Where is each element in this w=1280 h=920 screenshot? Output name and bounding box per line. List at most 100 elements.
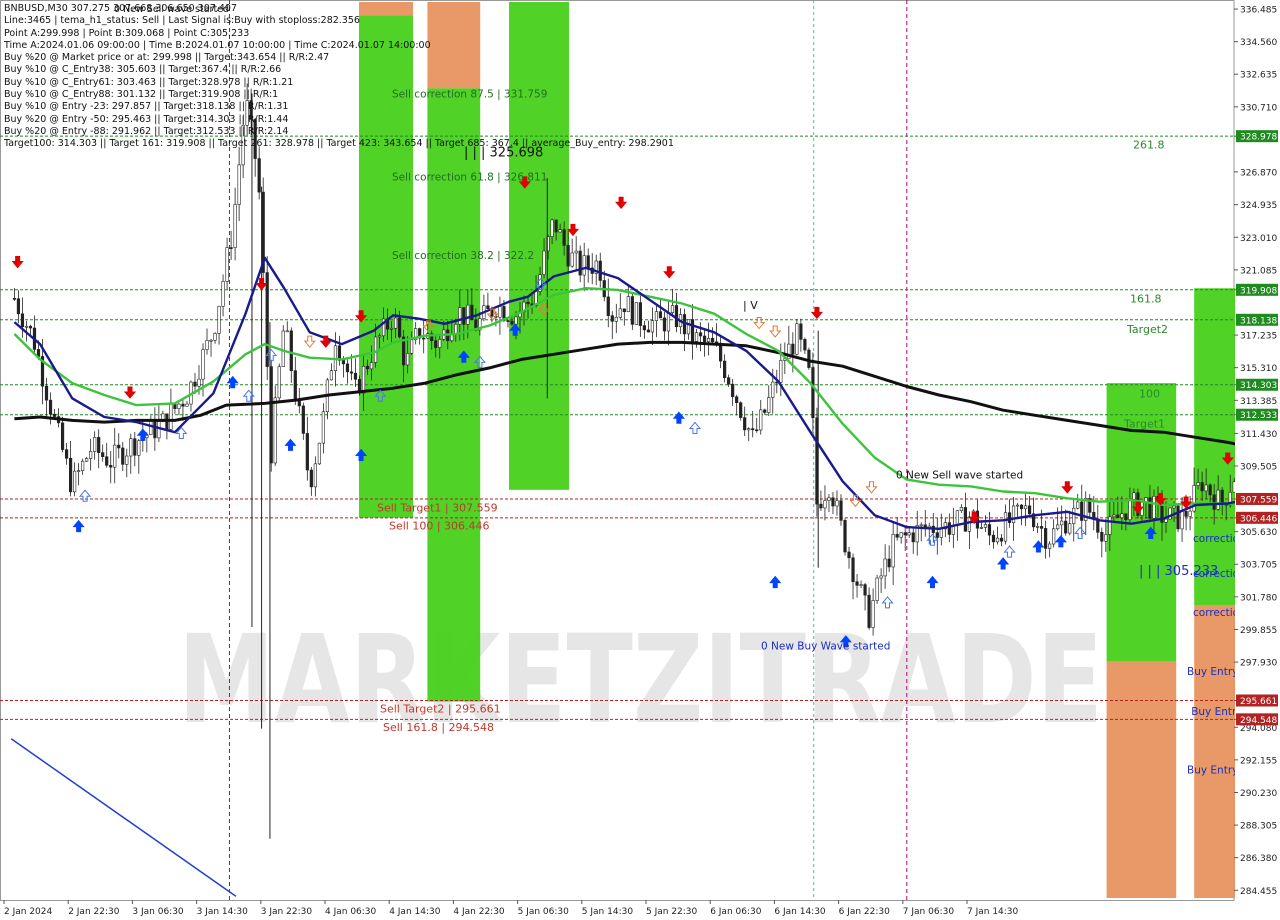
price-tick-label: 321.085	[1240, 266, 1277, 276]
candle-body	[486, 305, 490, 310]
candle-body	[983, 524, 988, 528]
candle-body	[807, 349, 811, 368]
candle-body	[1164, 518, 1168, 523]
chart-annotation: Target1	[1123, 418, 1165, 431]
price-level-tag-label: 307.559	[1240, 495, 1277, 505]
price-level-tag-label: 312.533	[1240, 411, 1277, 421]
price-tick-label: 305.630	[1240, 528, 1277, 538]
candle-body	[1064, 520, 1068, 534]
candle-body	[85, 458, 89, 462]
candle-body	[20, 313, 25, 328]
candle-body	[779, 360, 783, 383]
chart-annotation: Sell correction 38.2 | 322.2	[392, 250, 534, 262]
candle-body	[93, 437, 97, 452]
candle-body	[1023, 505, 1028, 510]
candle-body	[181, 403, 185, 407]
info-line: Buy %10 @ C_Entry61: 303.463 || Target:3…	[4, 76, 294, 88]
candle-body	[586, 255, 590, 269]
candle-body	[193, 381, 197, 387]
candle-body	[731, 383, 735, 398]
candle-body	[438, 339, 442, 348]
candle-body	[1076, 501, 1080, 509]
time-tick-label: 4 Jan 22:30	[453, 907, 505, 917]
candle-body	[349, 371, 354, 374]
candle-body	[526, 301, 530, 305]
candle-body	[811, 367, 815, 419]
candle-body	[454, 323, 458, 334]
price-tick-label: 334.560	[1240, 38, 1277, 48]
candle-body	[1184, 510, 1188, 517]
info-line: Buy %20 @ Entry -50: 295.463 || Target:3…	[4, 113, 289, 125]
candle-body	[369, 362, 374, 370]
candle-body	[125, 455, 129, 465]
time-tick-label: 5 Jan 06:30	[518, 907, 570, 917]
candle-body	[867, 594, 871, 628]
chart-annotation: 0 New Sell wave started	[896, 470, 1023, 482]
candle-body	[1220, 489, 1224, 505]
candle-body	[831, 497, 835, 507]
candle-body	[305, 433, 309, 471]
candle-body	[614, 317, 618, 322]
candle-body	[883, 558, 887, 577]
price-level-tag-label: 328.978	[1240, 133, 1277, 143]
time-tick-label: 2 Jan 2024	[4, 907, 52, 917]
candle-body	[751, 428, 755, 431]
candle-body	[64, 449, 69, 459]
candle-body	[618, 308, 622, 318]
candle-body	[791, 343, 795, 355]
candle-body	[1060, 520, 1064, 526]
time-tick-label: 4 Jan 14:30	[389, 907, 441, 917]
candle-body	[727, 377, 731, 385]
candle-body	[875, 577, 879, 601]
candle-body	[767, 397, 771, 413]
candle-body	[257, 158, 261, 193]
candle-body	[999, 537, 1004, 542]
candle-body	[570, 252, 574, 267]
candle-body	[542, 250, 546, 275]
candle-body	[28, 325, 33, 329]
candle-body	[662, 317, 667, 332]
candle-body	[1072, 507, 1076, 524]
candle-body	[434, 340, 438, 348]
time-tick-label: 7 Jan 14:30	[967, 907, 1019, 917]
candle-body	[650, 320, 655, 333]
price-level-tag-label: 294.548	[1240, 716, 1277, 726]
price-tick-label: 323.010	[1240, 234, 1277, 244]
candle-body	[979, 527, 984, 529]
candle-body	[771, 381, 775, 398]
orange-zone-bar	[1106, 661, 1177, 898]
candle-body	[1048, 543, 1052, 549]
candle-body	[129, 438, 133, 457]
candle-body	[835, 500, 839, 507]
candle-body	[839, 500, 843, 521]
candle-body	[899, 532, 903, 538]
candle-body	[1100, 532, 1104, 542]
candle-body	[598, 260, 602, 281]
candle-body	[706, 337, 711, 342]
time-tick-label: 6 Jan 06:30	[710, 907, 762, 917]
candle-body	[855, 581, 859, 586]
info-line: Point A:299.998 | Point B:309.068 | Poin…	[4, 27, 250, 39]
candle-body	[225, 247, 229, 282]
candle-body	[137, 440, 141, 456]
candle-body	[313, 463, 317, 488]
chart-annotation: Sell Target1 | 307.559	[377, 502, 498, 515]
candle-body	[117, 444, 121, 449]
candle-body	[1007, 512, 1012, 523]
candle-body	[109, 465, 113, 468]
candle-body	[317, 442, 321, 465]
candle-body	[173, 404, 177, 409]
candle-body	[803, 339, 807, 351]
candle-body	[44, 385, 49, 401]
chart-annotation: Sell 161.8 | 294.548	[383, 721, 494, 734]
candle-body	[654, 311, 659, 321]
candle-body	[995, 537, 1000, 543]
candle-body	[723, 360, 727, 378]
candle-body	[229, 247, 233, 249]
price-tick-label: 292.155	[1240, 756, 1277, 766]
candle-body	[851, 557, 855, 583]
time-tick-label: 3 Jan 06:30	[132, 907, 184, 917]
candle-body	[462, 307, 466, 325]
candle-body	[710, 337, 715, 343]
price-tick-label: 297.930	[1240, 659, 1277, 669]
